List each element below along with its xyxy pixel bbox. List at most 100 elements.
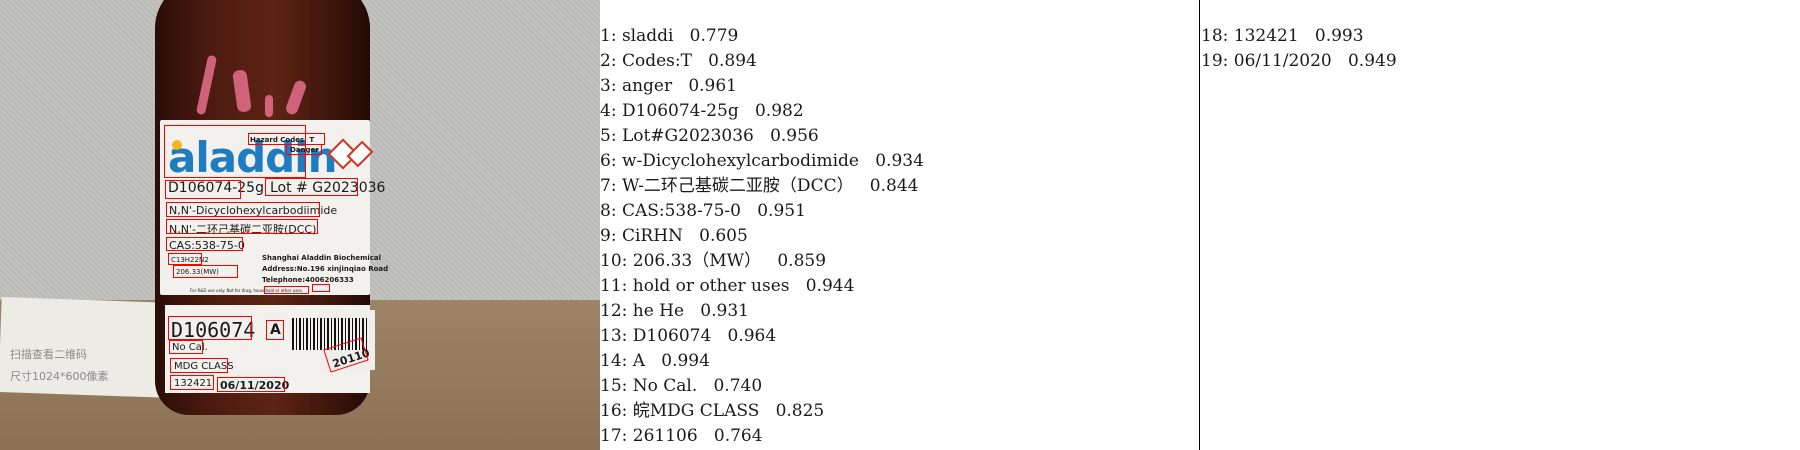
result-text: 206.33（MW） <box>632 251 762 271</box>
result-score: 0.951 <box>757 201 806 221</box>
ocr-box-18 <box>170 375 214 390</box>
ocr-result-row: 2: Codes:T 0.894 <box>600 49 757 74</box>
result-index: 6: <box>600 151 617 171</box>
company-address: Address:No.196 xinjinqiao Road <box>262 265 389 273</box>
result-text: 261106 <box>632 426 698 446</box>
ocr-box-19 <box>217 377 285 392</box>
paper-text: 扫描查看二维码 <box>10 348 87 361</box>
result-text: CiRHN <box>621 226 683 246</box>
result-score: 0.956 <box>770 126 819 146</box>
result-score: 0.894 <box>708 51 757 71</box>
result-index: 15: <box>600 376 628 396</box>
ocr-result-row: 11: hold or other uses 0.944 <box>600 274 854 299</box>
result-score: 0.931 <box>700 301 749 321</box>
ocr-result-row: 16: 皖MDG CLASS 0.825 <box>600 399 824 424</box>
result-score: 0.779 <box>689 26 739 46</box>
result-text: 皖MDG CLASS <box>632 401 760 421</box>
result-index: 11: <box>600 276 628 296</box>
ocr-box-14 <box>266 320 284 340</box>
ocr-result-row: 10: 206.33（MW） 0.859 <box>600 249 826 274</box>
column-divider <box>1199 0 1200 450</box>
result-text: 132421 <box>1233 26 1299 46</box>
result-index: 10: <box>600 251 628 271</box>
result-index: 9: <box>600 226 617 246</box>
result-index: 18: <box>1201 26 1229 46</box>
result-score: 0.825 <box>775 401 825 421</box>
pink-mark <box>265 95 273 117</box>
ocr-result-row: 1: sladdi 0.779 <box>600 24 738 49</box>
ocr-box-9 <box>168 253 202 265</box>
result-text: 06/11/2020 <box>1233 51 1332 71</box>
result-score: 0.993 <box>1314 26 1364 46</box>
ocr-result-row: 6: w-Dicyclohexylcarbodimide 0.934 <box>600 149 924 174</box>
ocr-result-row: 13: D106074 0.964 <box>600 324 776 349</box>
result-score: 0.605 <box>699 226 748 246</box>
result-index: 7: <box>600 176 617 196</box>
company-telephone: Telephone:4006206333 <box>262 276 354 284</box>
ocr-box-8 <box>166 237 243 251</box>
result-score: 0.961 <box>688 76 737 96</box>
ocr-box-4 <box>165 180 241 199</box>
paper-text: 尺寸1024*600像素 <box>10 370 109 383</box>
result-score: 0.944 <box>805 276 855 296</box>
ocr-box-12 <box>312 284 330 292</box>
ocr-box-13 <box>168 316 252 340</box>
ocr-result-row: 17: 261106 0.764 <box>600 424 763 449</box>
result-index: 16: <box>600 401 628 421</box>
ocr-box-10 <box>173 265 238 278</box>
ocr-box-7 <box>166 219 318 234</box>
result-text: D106074 <box>632 326 712 346</box>
ocr-result-row: 5: Lot#G2023036 0.956 <box>600 124 819 149</box>
ocr-box-15 <box>169 340 203 354</box>
ocr-result-row: 4: D106074-25g 0.982 <box>600 99 804 124</box>
company-name: Shanghai Aladdin Biochemical <box>262 254 382 262</box>
ocr-result-row: 15: No Cal. 0.740 <box>600 374 762 399</box>
result-index: 1: <box>600 26 617 46</box>
ocr-result-row: 18: 132421 0.993 <box>1201 24 1364 49</box>
ocr-result-row: 12: he He 0.931 <box>600 299 749 324</box>
result-score: 0.859 <box>777 251 827 271</box>
result-index: 12: <box>600 301 628 321</box>
ocr-box-6 <box>166 202 320 217</box>
result-score: 0.934 <box>875 151 924 171</box>
detection-photo: 扫描查看二维码 尺寸1024*600像素 aladdin Hazard Code… <box>0 0 600 450</box>
result-score: 0.844 <box>869 176 919 196</box>
result-text: D106074-25g <box>621 101 739 121</box>
result-text: W-二环己基碳二亚胺（DCC） <box>621 176 854 196</box>
result-text: Lot#G2023036 <box>621 126 754 146</box>
ocr-result-row: 9: CiRHN 0.605 <box>600 224 748 249</box>
result-score: 0.964 <box>727 326 777 346</box>
result-index: 2: <box>600 51 617 71</box>
ocr-results-column-2: 18: 132421 0.993 19: 06/11/2020 0.949 <box>1201 0 1800 450</box>
result-index: 13: <box>600 326 628 346</box>
ocr-result-row: 3: anger 0.961 <box>600 74 737 99</box>
result-index: 14: <box>600 351 628 371</box>
result-index: 19: <box>1201 51 1229 71</box>
ocr-box-3 <box>286 144 322 155</box>
result-score: 0.982 <box>754 101 804 121</box>
result-index: 4: <box>600 101 617 121</box>
result-text: A <box>632 351 646 371</box>
ocr-result-row: 7: W-二环己基碳二亚胺（DCC） 0.844 <box>600 174 918 199</box>
result-text: w-Dicyclohexylcarbodimide <box>621 151 859 171</box>
result-text: he He <box>632 301 685 321</box>
ocr-box-5 <box>265 178 358 196</box>
result-text: No Cal. <box>632 376 698 396</box>
result-index: 8: <box>600 201 617 221</box>
result-index: 5: <box>600 126 617 146</box>
ocr-results-column-1: 1: sladdi 0.779 2: Codes:T 0.894 3: anger … <box>600 0 1199 450</box>
ocr-box-16 <box>170 358 228 373</box>
result-text: hold or other uses <box>632 276 790 296</box>
result-index: 17: <box>600 426 628 446</box>
result-score: 0.949 <box>1347 51 1397 71</box>
result-score: 0.740 <box>713 376 763 396</box>
result-index: 3: <box>600 76 617 96</box>
ocr-result-row: 8: CAS:538-75-0 0.951 <box>600 199 806 224</box>
result-score: 0.994 <box>661 351 710 371</box>
result-text: anger <box>621 76 673 96</box>
result-text: CAS:538-75-0 <box>621 201 741 221</box>
ocr-box-11 <box>264 286 309 294</box>
result-score: 0.764 <box>713 426 763 446</box>
ocr-result-row: 19: 06/11/2020 0.949 <box>1201 49 1397 74</box>
result-text: sladdi <box>621 26 674 46</box>
